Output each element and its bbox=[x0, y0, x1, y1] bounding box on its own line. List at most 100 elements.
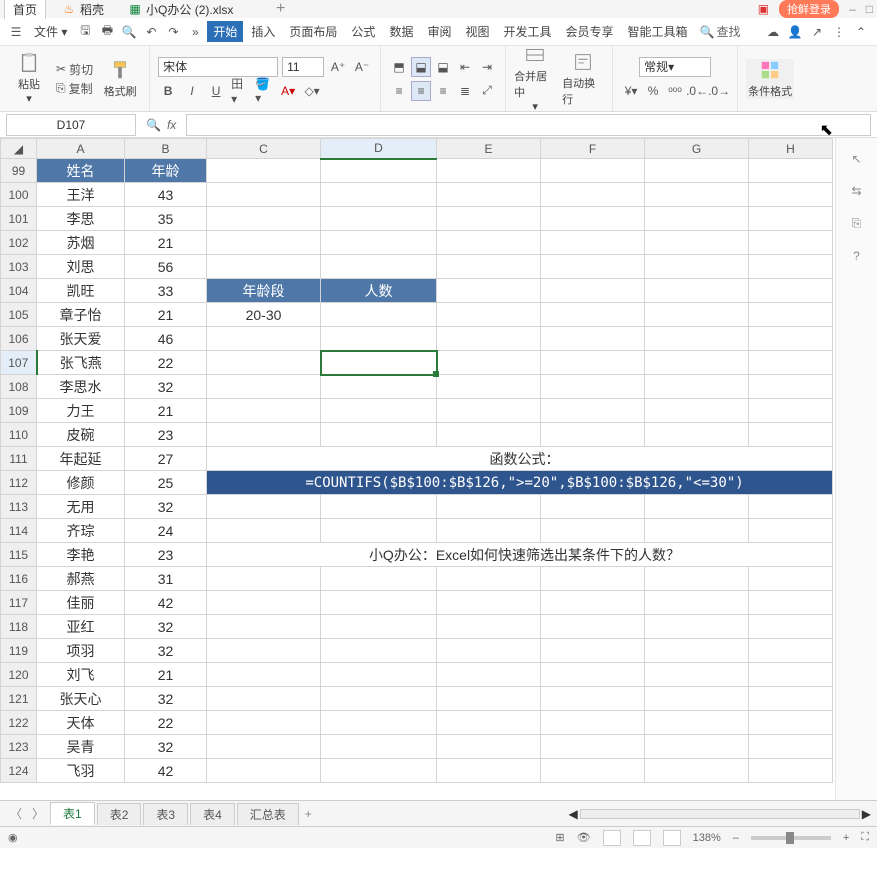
sheet-next[interactable]: 〉 bbox=[28, 805, 48, 822]
undo-icon[interactable]: ↶ bbox=[141, 22, 161, 42]
cell[interactable] bbox=[321, 735, 437, 759]
cell[interactable] bbox=[207, 375, 321, 399]
sidepanel-icon[interactable]: ⇆ bbox=[851, 184, 861, 198]
cell[interactable] bbox=[541, 663, 645, 687]
sheet-tab[interactable]: 表3 bbox=[143, 803, 188, 825]
row-header[interactable]: 103 bbox=[1, 255, 37, 279]
cell[interactable] bbox=[437, 231, 541, 255]
cell[interactable] bbox=[321, 327, 437, 351]
view3-icon[interactable] bbox=[663, 830, 681, 846]
menu-file[interactable]: 文件 ▾ bbox=[28, 21, 73, 42]
cell[interactable]: 刘思 bbox=[37, 255, 125, 279]
menu-formula[interactable]: 公式 bbox=[345, 21, 381, 42]
cell[interactable]: 齐琮 bbox=[37, 519, 125, 543]
cell[interactable]: 李思 bbox=[37, 207, 125, 231]
cell[interactable] bbox=[207, 567, 321, 591]
row-header[interactable]: 123 bbox=[1, 735, 37, 759]
cell[interactable] bbox=[437, 759, 541, 783]
cell[interactable] bbox=[321, 567, 437, 591]
cell[interactable] bbox=[645, 615, 749, 639]
cell[interactable] bbox=[321, 759, 437, 783]
align-top-icon[interactable]: ⬒ bbox=[389, 57, 409, 77]
italic-icon[interactable]: I bbox=[182, 81, 202, 101]
cell[interactable] bbox=[207, 639, 321, 663]
cell[interactable] bbox=[645, 687, 749, 711]
cell[interactable] bbox=[645, 663, 749, 687]
menu-start[interactable]: 开始 bbox=[207, 21, 243, 42]
cond-format-button[interactable]: 条件格式 bbox=[746, 59, 794, 99]
cell[interactable] bbox=[541, 615, 645, 639]
cell[interactable] bbox=[437, 711, 541, 735]
sheet-tab[interactable]: 表1 bbox=[50, 802, 95, 825]
cell[interactable] bbox=[321, 495, 437, 519]
cell[interactable]: 年龄 bbox=[125, 159, 207, 183]
border-icon[interactable]: 田▾ bbox=[230, 81, 250, 101]
eye-icon[interactable]: 👁 bbox=[577, 831, 591, 844]
row-header[interactable]: 101 bbox=[1, 207, 37, 231]
cell[interactable] bbox=[207, 351, 321, 375]
view2-icon[interactable] bbox=[633, 830, 651, 846]
cell[interactable] bbox=[749, 615, 833, 639]
cell[interactable] bbox=[645, 255, 749, 279]
cell[interactable] bbox=[207, 231, 321, 255]
sheet-tab[interactable]: 表2 bbox=[97, 803, 142, 825]
font-combo[interactable]: 宋体 bbox=[158, 57, 278, 77]
cell[interactable]: 23 bbox=[125, 543, 207, 567]
hscroll[interactable] bbox=[580, 809, 860, 819]
col-header[interactable]: C bbox=[207, 139, 321, 159]
cell[interactable]: 46 bbox=[125, 327, 207, 351]
cell[interactable]: 张天爱 bbox=[37, 327, 125, 351]
row-header[interactable]: 108 bbox=[1, 375, 37, 399]
cell[interactable]: 凯旺 bbox=[37, 279, 125, 303]
col-header[interactable]: D bbox=[321, 139, 437, 159]
cell[interactable]: 23 bbox=[125, 423, 207, 447]
numformat-combo[interactable]: 常规 ▾ bbox=[639, 57, 711, 77]
row-header[interactable]: 105 bbox=[1, 303, 37, 327]
cell[interactable] bbox=[207, 159, 321, 183]
cell[interactable] bbox=[321, 663, 437, 687]
cell[interactable] bbox=[541, 687, 645, 711]
tab-home[interactable]: 首页 bbox=[4, 0, 46, 19]
cell[interactable] bbox=[437, 375, 541, 399]
align-mid-icon[interactable]: ⬓ bbox=[411, 57, 431, 77]
cell[interactable] bbox=[207, 495, 321, 519]
row-header[interactable]: 99 bbox=[1, 159, 37, 183]
cell[interactable] bbox=[749, 663, 833, 687]
dec-dec-icon[interactable]: .0→ bbox=[709, 81, 729, 101]
cell[interactable]: 24 bbox=[125, 519, 207, 543]
cell[interactable] bbox=[437, 663, 541, 687]
col-header[interactable]: A bbox=[37, 139, 125, 159]
cell[interactable] bbox=[645, 711, 749, 735]
sheet-prev[interactable]: 〈 bbox=[6, 805, 26, 822]
cell[interactable]: 年龄段 bbox=[207, 279, 321, 303]
cell[interactable] bbox=[541, 519, 645, 543]
cell[interactable] bbox=[437, 183, 541, 207]
cell[interactable] bbox=[749, 375, 833, 399]
min-icon[interactable]: – bbox=[849, 2, 856, 16]
cell[interactable] bbox=[207, 399, 321, 423]
cell[interactable]: 李思水 bbox=[37, 375, 125, 399]
expand-icon[interactable]: ⌃ bbox=[851, 22, 871, 42]
search-icon[interactable]: 🔍 bbox=[146, 118, 161, 132]
row-header[interactable]: 111 bbox=[1, 447, 37, 471]
cell[interactable] bbox=[437, 207, 541, 231]
row-header[interactable]: 118 bbox=[1, 615, 37, 639]
cell[interactable]: 李艳 bbox=[37, 543, 125, 567]
underline-icon[interactable]: U bbox=[206, 81, 226, 101]
cell[interactable] bbox=[645, 495, 749, 519]
cell[interactable] bbox=[437, 399, 541, 423]
formatbrush-button[interactable]: 格式刷 bbox=[99, 59, 141, 99]
cell[interactable] bbox=[645, 183, 749, 207]
preview-icon[interactable]: 🔍 bbox=[119, 22, 139, 42]
cell[interactable] bbox=[321, 519, 437, 543]
cell[interactable] bbox=[645, 327, 749, 351]
cell[interactable]: 章子怡 bbox=[37, 303, 125, 327]
cell[interactable] bbox=[749, 327, 833, 351]
cell[interactable]: 21 bbox=[125, 303, 207, 327]
cell[interactable] bbox=[645, 159, 749, 183]
cell[interactable] bbox=[749, 351, 833, 375]
cell[interactable] bbox=[749, 495, 833, 519]
cell[interactable] bbox=[207, 663, 321, 687]
cell[interactable] bbox=[541, 639, 645, 663]
cell[interactable]: 吴青 bbox=[37, 735, 125, 759]
